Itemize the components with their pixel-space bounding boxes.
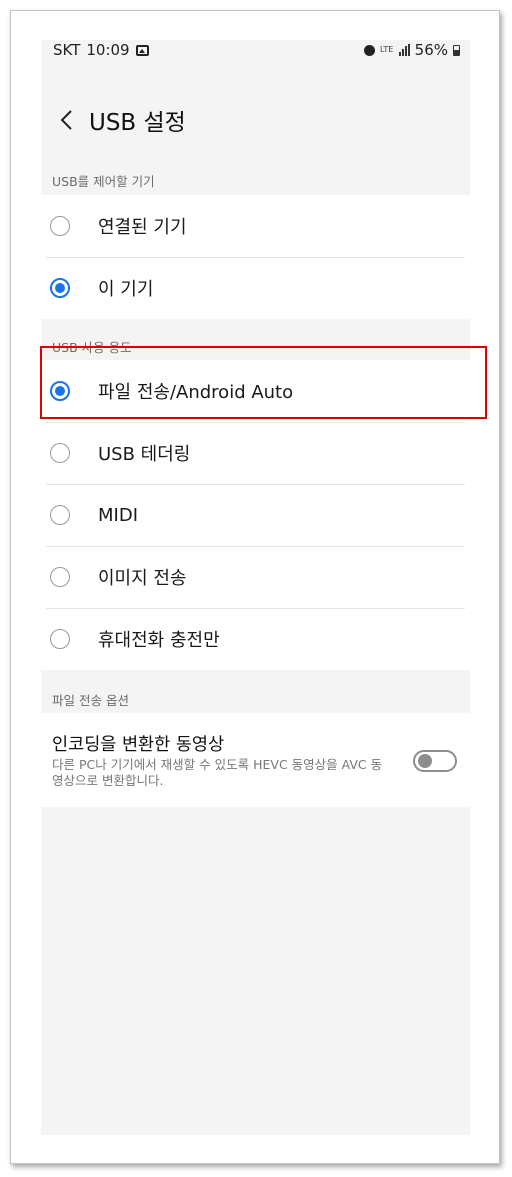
- alarm-icon: [363, 44, 375, 56]
- section-label-usb-usage: USB 사용 용도: [52, 340, 132, 355]
- option-connected-device[interactable]: 연결된 기기: [41, 195, 470, 257]
- gallery-icon: [135, 44, 149, 56]
- radio-button[interactable]: [50, 567, 70, 587]
- radio-button[interactable]: [50, 216, 70, 236]
- option-label: USB 테더링: [98, 444, 191, 465]
- lte-icon: LTE: [380, 45, 394, 54]
- transcode-video-setting[interactable]: 인코딩을 변환한 동영상 다른 PC나 기기에서 재생할 수 있도록 HEVC …: [41, 713, 470, 807]
- option-label: 이미지 전송: [98, 568, 187, 589]
- status-right: LTE 56%: [363, 41, 460, 59]
- battery-percent: 56%: [414, 41, 448, 59]
- usb-usage-card: 파일 전송/Android Auto USB 테더링 MIDI 이미지 전송 휴…: [41, 360, 470, 670]
- radio-button-checked[interactable]: [50, 278, 70, 298]
- back-button[interactable]: [49, 100, 83, 140]
- clock: 10:09: [86, 41, 130, 59]
- setting-title: 인코딩을 변환한 동영상: [52, 735, 225, 755]
- control-device-card: 연결된 기기 이 기기: [41, 195, 470, 319]
- carrier-label: SKT: [53, 41, 81, 59]
- signal-icon: [398, 44, 410, 56]
- phone-screen: SKT 10:09 LTE 56% USB 설정 USB를 제어할 기기 연결된…: [41, 40, 470, 1135]
- chevron-left-icon: [60, 110, 72, 130]
- file-transfer-options-card: 인코딩을 변환한 동영상 다른 PC나 기기에서 재생할 수 있도록 HEVC …: [41, 713, 470, 807]
- switch-knob: [418, 754, 432, 768]
- section-label-file-transfer-options: 파일 전송 옵션: [52, 693, 129, 708]
- option-midi[interactable]: MIDI: [41, 484, 470, 546]
- setting-description: 다른 PC나 기기에서 재생할 수 있도록 HEVC 동영상을 AVC 동영상으…: [52, 757, 383, 788]
- option-charge-only[interactable]: 휴대전화 충전만: [41, 608, 470, 670]
- radio-button[interactable]: [50, 505, 70, 525]
- option-usb-tethering[interactable]: USB 테더링: [41, 422, 470, 484]
- status-bar: SKT 10:09 LTE 56%: [41, 40, 470, 62]
- option-label: MIDI: [98, 504, 139, 526]
- option-this-device[interactable]: 이 기기: [41, 257, 470, 319]
- page-title: USB 설정: [89, 110, 186, 136]
- radio-button-checked[interactable]: [50, 381, 70, 401]
- radio-button[interactable]: [50, 443, 70, 463]
- option-file-transfer[interactable]: 파일 전송/Android Auto: [41, 360, 470, 422]
- section-label-control-device: USB를 제어할 기기: [52, 174, 155, 189]
- status-left: SKT 10:09: [53, 41, 149, 59]
- option-label: 이 기기: [98, 279, 154, 300]
- option-label: 휴대전화 충전만: [98, 630, 220, 651]
- option-label: 파일 전송/Android Auto: [98, 382, 294, 403]
- battery-icon: [453, 44, 460, 56]
- transcode-toggle-switch[interactable]: [413, 750, 457, 772]
- app-header: USB 설정: [41, 98, 470, 142]
- radio-button[interactable]: [50, 629, 70, 649]
- option-label: 연결된 기기: [98, 217, 187, 238]
- option-image-transfer[interactable]: 이미지 전송: [41, 546, 470, 608]
